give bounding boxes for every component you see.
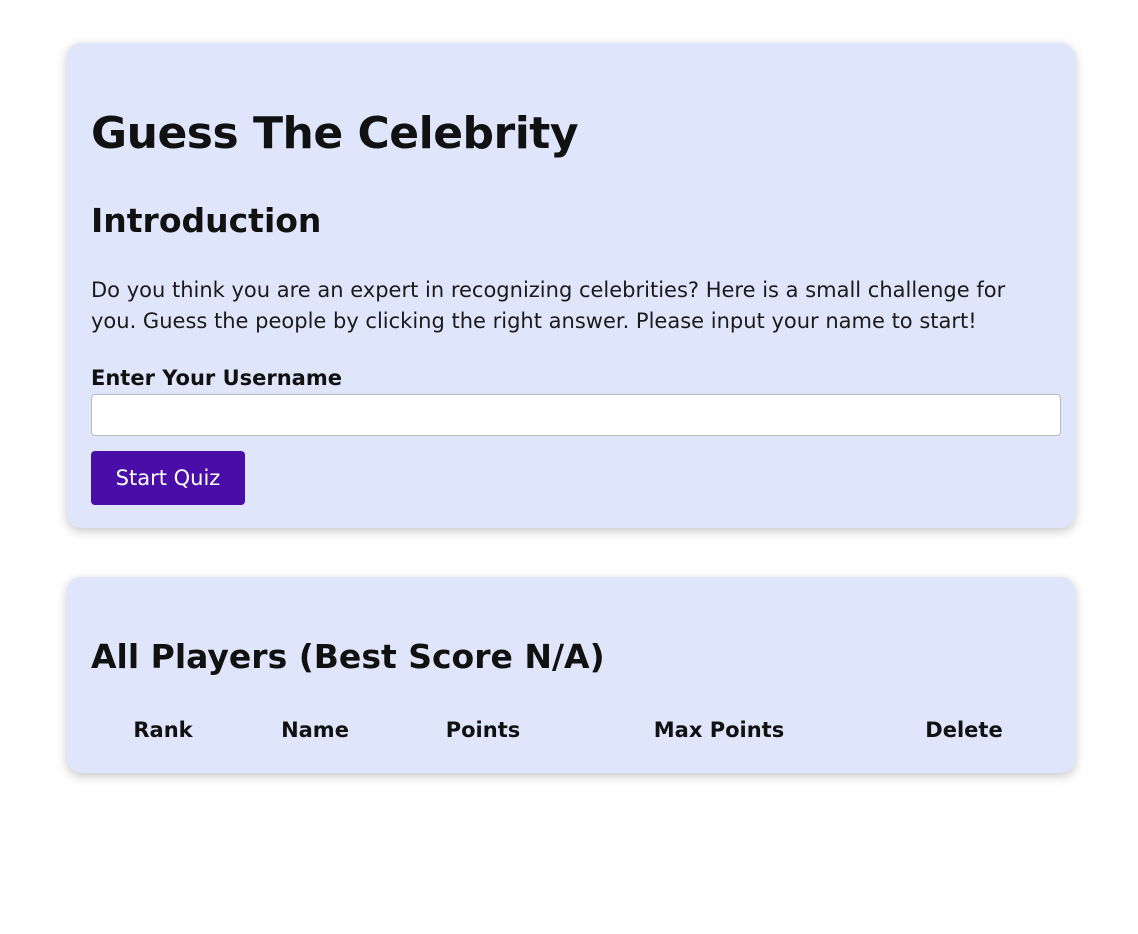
players-heading: All Players (Best Score N/A) <box>91 637 605 676</box>
column-header-max-points: Max Points <box>653 718 785 742</box>
column-header-delete: Delete <box>925 718 1003 742</box>
introduction-text: Do you think you are an expert in recogn… <box>91 278 1006 333</box>
column-header-name: Name <box>281 718 349 742</box>
players-card: All Players (Best Score N/A) Rank Name P… <box>67 577 1075 773</box>
players-table: Rank Name Points Max Points Delete <box>91 713 1061 747</box>
column-header-points: Points <box>445 718 521 742</box>
intro-card: Guess The Celebrity Introduction Do you … <box>67 43 1075 528</box>
start-quiz-button[interactable]: Start Quiz <box>91 451 245 505</box>
players-table-header-row: Rank Name Points Max Points Delete <box>91 713 1061 747</box>
page-title: Guess The Celebrity <box>91 108 579 159</box>
column-header-rank: Rank <box>133 718 193 742</box>
username-input[interactable] <box>91 394 1061 436</box>
username-label: Enter Your Username <box>91 366 342 390</box>
introduction-heading: Introduction <box>91 201 322 240</box>
